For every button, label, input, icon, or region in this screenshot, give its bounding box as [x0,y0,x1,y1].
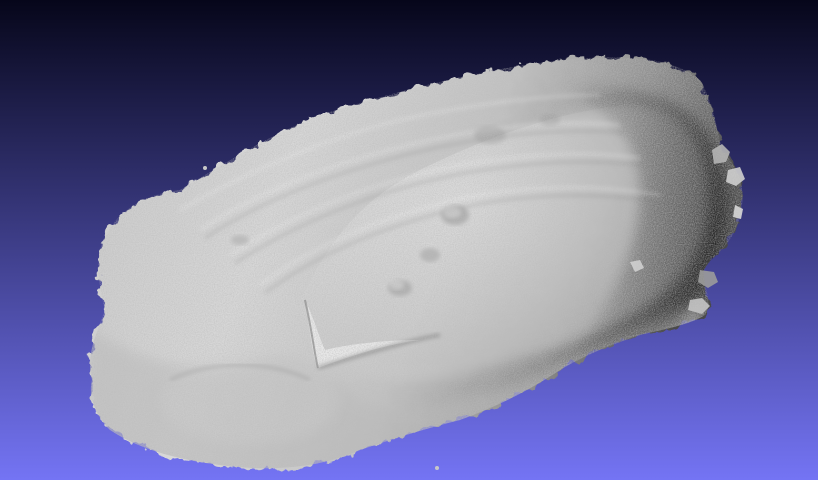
mesh-scene[interactable] [0,0,818,480]
3d-viewport[interactable] [0,0,818,480]
